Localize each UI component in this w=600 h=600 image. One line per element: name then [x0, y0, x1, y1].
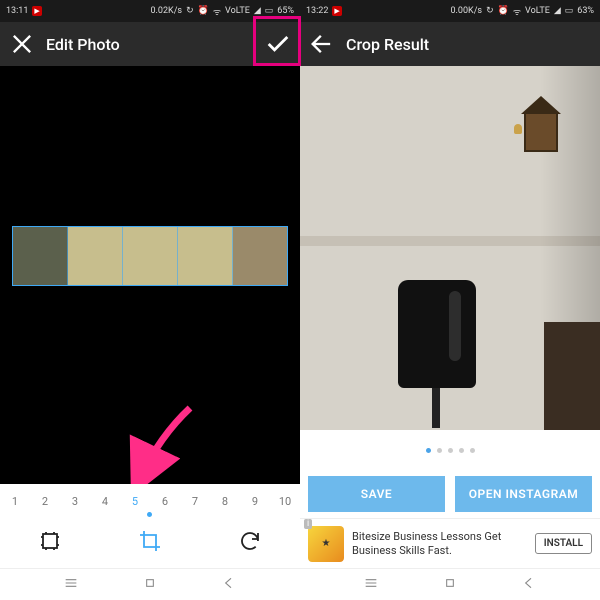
- slice-3[interactable]: 3: [60, 495, 90, 508]
- confirm-highlight-annotation: [253, 16, 301, 66]
- save-button[interactable]: SAVE: [308, 476, 445, 512]
- photo-canvas[interactable]: [0, 66, 300, 484]
- signal-icon: ◢: [254, 6, 261, 16]
- slice-10[interactable]: 10: [270, 495, 300, 508]
- app-bar: Crop Result: [300, 22, 600, 66]
- crop-result-image[interactable]: [300, 66, 600, 430]
- home-icon[interactable]: [442, 575, 458, 595]
- status-bar: 13:22 ▶ 0.00K/s ↻ ⏰ ᯤ VoLTE ◢ ▭ 63%: [300, 0, 600, 22]
- page-dot: [426, 448, 431, 453]
- open-instagram-button[interactable]: OPEN INSTAGRAM: [455, 476, 592, 512]
- slice-2[interactable]: 2: [30, 495, 60, 508]
- recent-apps-icon[interactable]: [363, 575, 379, 595]
- wifi-icon: ᯤ: [513, 5, 521, 18]
- status-battery: 65%: [277, 6, 294, 16]
- ad-info-icon[interactable]: i: [304, 519, 312, 529]
- page-dot: [448, 448, 453, 453]
- status-time: 13:11: [6, 6, 28, 16]
- notification-icon: ▶: [32, 6, 41, 16]
- tool-row: [0, 518, 300, 568]
- back-icon[interactable]: [221, 575, 237, 595]
- page-title: Crop Result: [346, 35, 429, 54]
- status-net: VoLTE: [525, 6, 550, 16]
- recent-apps-icon[interactable]: [63, 575, 79, 595]
- home-icon[interactable]: [142, 575, 158, 595]
- android-nav-bar: [0, 568, 300, 600]
- crop-tool-icon[interactable]: [138, 529, 162, 557]
- panorama-strip[interactable]: [12, 226, 288, 286]
- ad-banner[interactable]: i ★ Bitesize Business Lessons Get Busine…: [300, 518, 600, 568]
- page-dot: [437, 448, 442, 453]
- desk-decor: [544, 322, 600, 430]
- page-dot: [470, 448, 475, 453]
- signal-icon: ◢: [554, 6, 561, 16]
- close-icon[interactable]: [8, 30, 36, 58]
- sync-icon: ↻: [486, 6, 494, 16]
- slice-9[interactable]: 9: [240, 495, 270, 508]
- ad-install-button[interactable]: INSTALL: [535, 533, 592, 554]
- status-speed: 0.00K/s: [451, 6, 483, 16]
- slice-6[interactable]: 6: [150, 495, 180, 508]
- sync-icon: ↻: [186, 6, 194, 16]
- page-title: Edit Photo: [46, 35, 120, 54]
- notification-icon: ▶: [332, 6, 341, 16]
- shrine-decor: [514, 96, 574, 174]
- alarm-icon: ⏰: [198, 6, 209, 16]
- page-indicator: [300, 430, 600, 470]
- page-dot: [459, 448, 464, 453]
- arrow-annotation: [110, 396, 210, 484]
- status-right-cluster: 0.00K/s ↻ ⏰ ᯤ VoLTE ◢ ▭ 63%: [451, 5, 595, 18]
- action-buttons: SAVE OPEN INSTAGRAM: [300, 470, 600, 518]
- frame-tool-icon[interactable]: [38, 529, 62, 557]
- back-icon[interactable]: [521, 575, 537, 595]
- slice-1[interactable]: 1: [0, 495, 30, 508]
- wifi-icon: ᯤ: [213, 5, 221, 18]
- battery-icon: ▭: [265, 6, 274, 16]
- status-time: 13:22: [306, 6, 328, 16]
- status-battery: 63%: [577, 6, 594, 16]
- slice-4[interactable]: 4: [90, 495, 120, 508]
- battery-icon: ▭: [565, 6, 574, 16]
- status-speed: 0.02K/s: [151, 6, 183, 16]
- right-screen: 13:22 ▶ 0.00K/s ↻ ⏰ ᯤ VoLTE ◢ ▭ 63% Crop…: [300, 0, 600, 600]
- slice-selector[interactable]: 1 2 3 4 5 6 7 8 9 10: [0, 484, 300, 518]
- rotate-tool-icon[interactable]: [238, 529, 262, 557]
- ad-headline: Bitesize Business Lessons Get Business S…: [352, 530, 527, 556]
- left-screen: 13:11 ▶ 0.02K/s ↻ ⏰ ᯤ VoLTE ◢ ▭ 65% Edit…: [0, 0, 300, 600]
- slice-indicator-dot: [147, 512, 152, 517]
- chair-decor: [388, 270, 498, 430]
- alarm-icon: ⏰: [498, 6, 509, 16]
- slice-5[interactable]: 5: [120, 495, 150, 508]
- slice-7[interactable]: 7: [180, 495, 210, 508]
- slice-8[interactable]: 8: [210, 495, 240, 508]
- back-arrow-icon[interactable]: [308, 30, 336, 58]
- ad-thumbnail: ★: [308, 526, 344, 562]
- status-net: VoLTE: [225, 6, 250, 16]
- android-nav-bar: [300, 568, 600, 600]
